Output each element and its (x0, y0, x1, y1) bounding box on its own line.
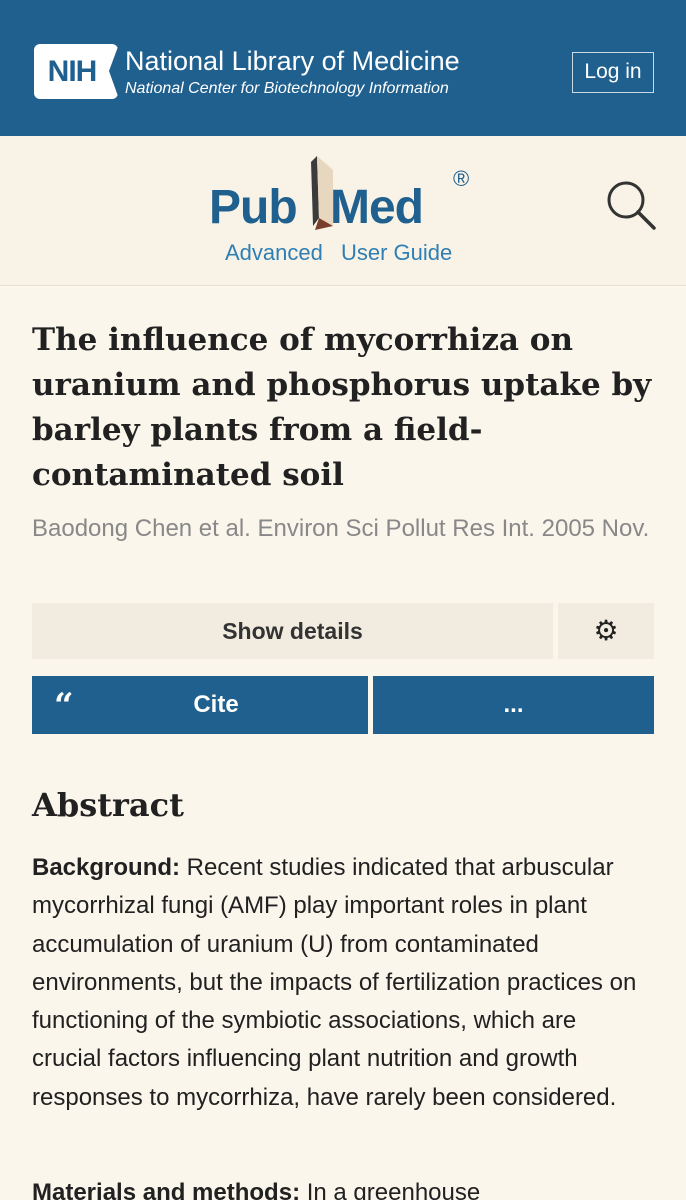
pubmed-logo-pub: Pub (209, 181, 298, 234)
background-label: Background: (32, 854, 181, 881)
pubmed-bar: Pub Med ® Advanced User Guide (0, 136, 686, 286)
login-button[interactable]: Log in (572, 52, 654, 93)
user-guide-link[interactable]: User Guide (341, 240, 452, 266)
more-actions-button[interactable]: ... (373, 676, 654, 734)
search-icon (607, 181, 656, 230)
abstract-heading: Abstract (32, 786, 184, 824)
pubmed-logo-med: Med (330, 181, 424, 234)
cite-button[interactable]: “ Cite (32, 676, 368, 734)
abstract-methods: Materials and methods: In a greenhouse (32, 1174, 652, 1200)
abstract-background: Background: Recent studies indicated tha… (32, 849, 652, 1117)
article-title: The influence of mycorrhiza on uranium a… (32, 322, 652, 493)
pubmed-logo[interactable]: Pub Med ® (209, 156, 489, 236)
search-button[interactable] (604, 178, 658, 232)
methods-label: Materials and methods: (32, 1179, 301, 1200)
nih-logo[interactable]: NIH (34, 44, 119, 99)
article-citation: Baodong Chen et al. Environ Sci Pollut R… (32, 515, 650, 542)
ncbi-subtitle[interactable]: National Center for Biotechnology Inform… (125, 80, 449, 98)
cite-label: Cite (193, 691, 239, 718)
settings-button[interactable]: ⚙ (558, 603, 654, 659)
nih-logo-text: NIH (47, 55, 98, 88)
show-details-button[interactable]: Show details (32, 603, 553, 659)
methods-text: In a greenhouse (300, 1179, 481, 1200)
registered-mark: ® (453, 166, 470, 191)
nih-header: NIH National Library of Medicine Nationa… (0, 0, 686, 136)
gear-icon: ⚙ (593, 615, 619, 646)
advanced-search-link[interactable]: Advanced (225, 240, 323, 266)
nlm-title[interactable]: National Library of Medicine (125, 46, 460, 77)
background-text: Recent studies indicated that arbuscular… (32, 854, 637, 1111)
